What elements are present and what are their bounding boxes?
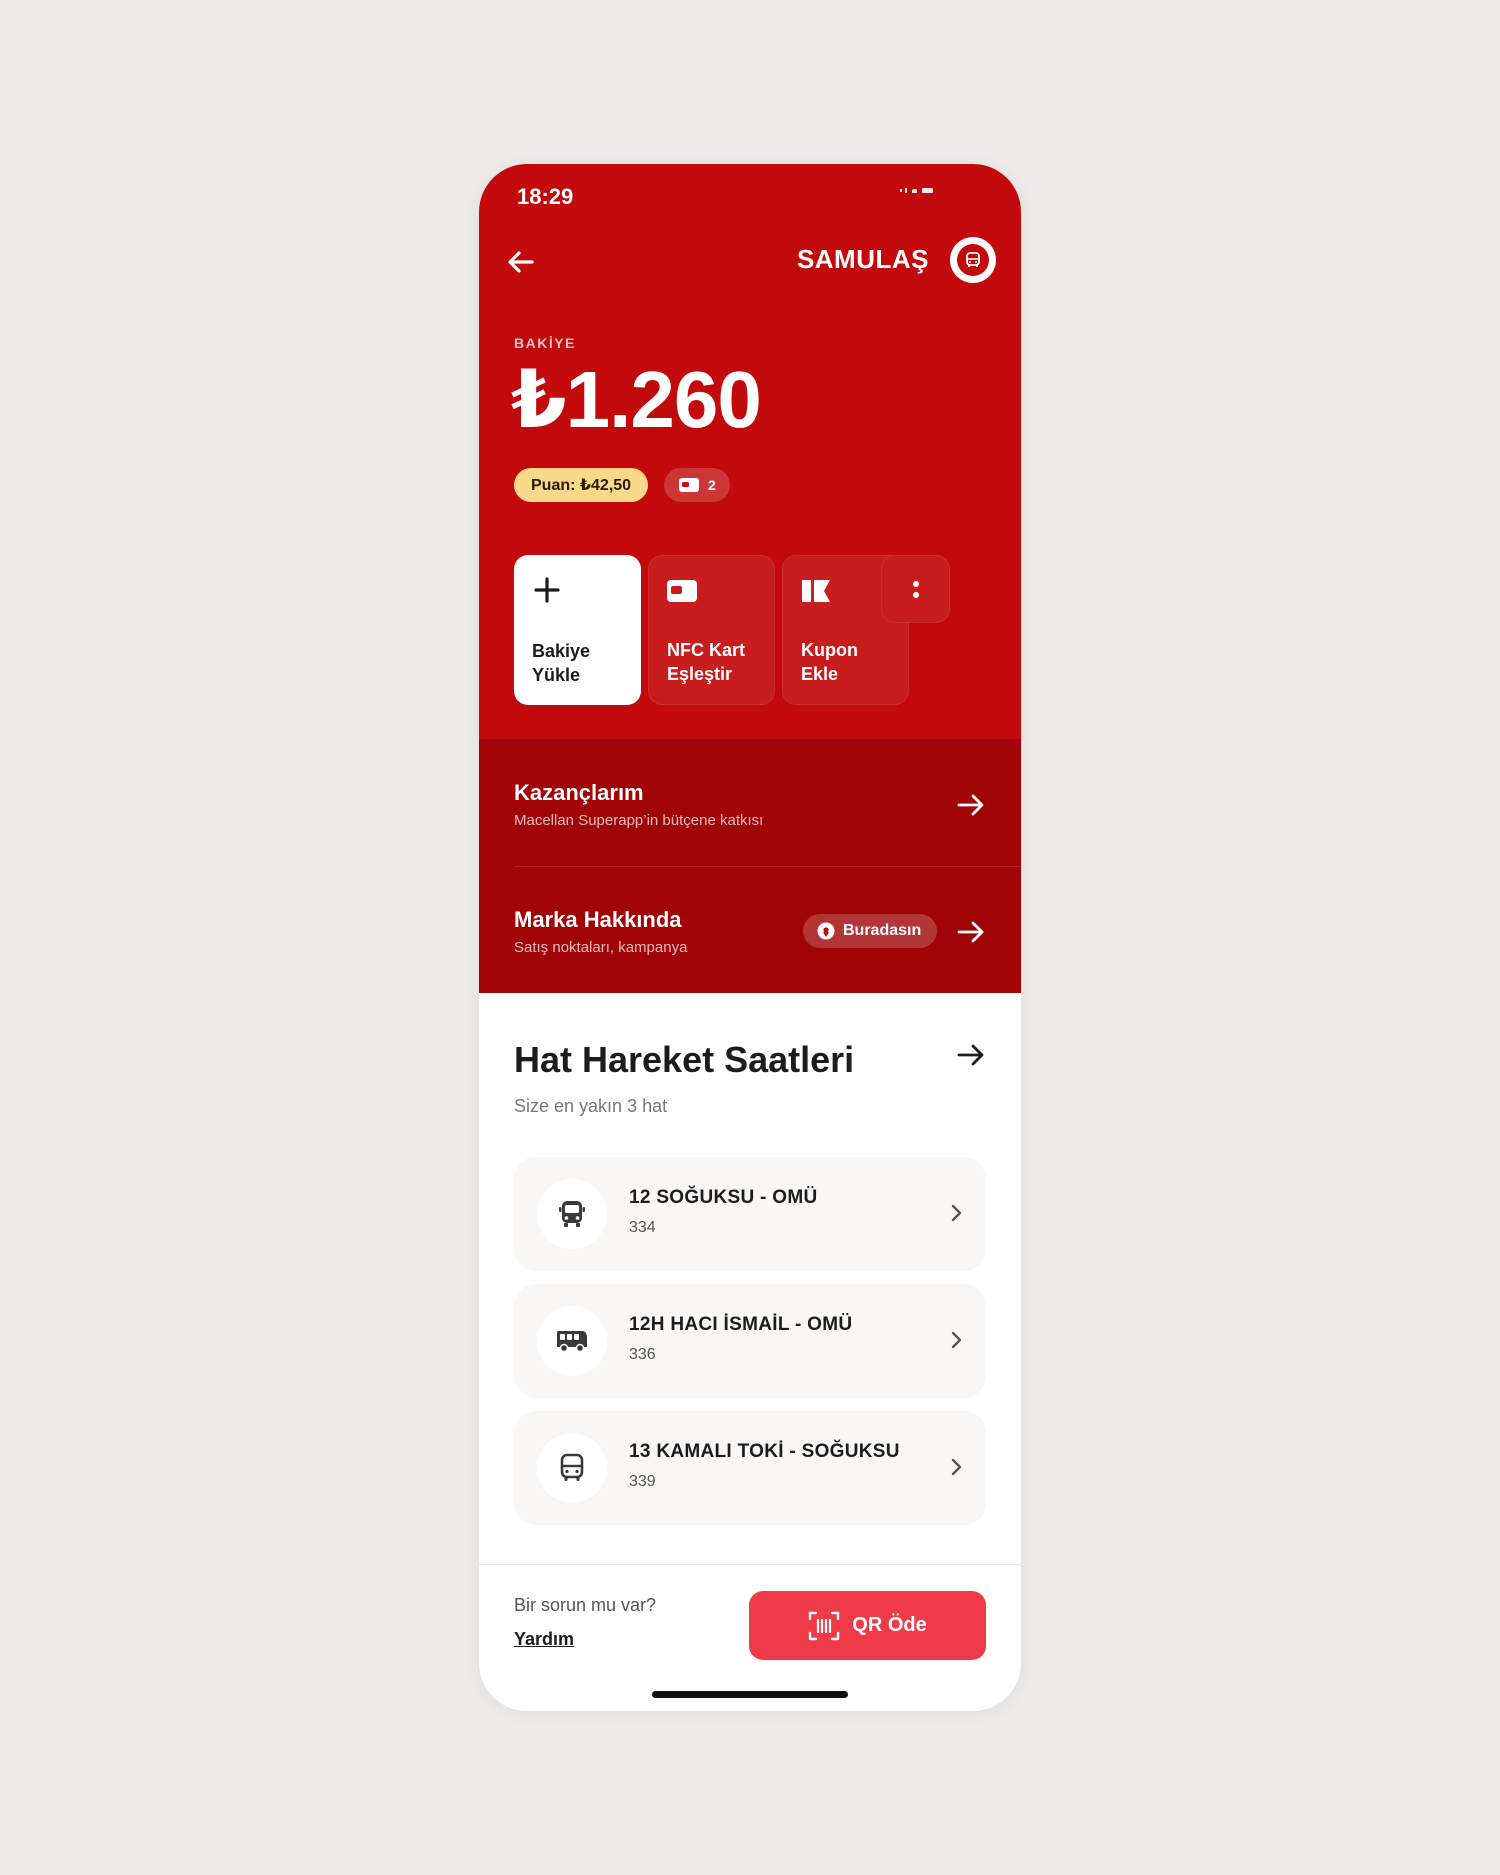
brand-logo	[950, 237, 996, 283]
help-link[interactable]: Yardım	[514, 1629, 574, 1650]
location-badge[interactable]: Buradasın	[803, 914, 938, 948]
qr-scan-icon	[809, 1611, 840, 1640]
more-dot-icon	[912, 580, 919, 587]
card-count: 2	[708, 477, 716, 493]
row-divider	[514, 866, 1021, 867]
action-label: Bakiye Yükle	[532, 641, 591, 685]
nfc-card-pair-button[interactable]: NFC Kart Eşleştir	[648, 555, 775, 705]
arrow-right-icon	[957, 921, 984, 943]
location-badge-label: Buradasın	[843, 922, 922, 939]
bus-line-item[interactable]: 12H HACI İSMAİL - OMÜ 336	[514, 1284, 986, 1398]
back-button[interactable]	[501, 242, 541, 282]
schedule-subtitle: Size en yakın 3 hat	[514, 1096, 668, 1116]
action-label: NFC Kart Eşleştir	[667, 640, 746, 684]
line-code: 334	[629, 1219, 656, 1236]
row-subtitle: Macellan Superapp’in bütçene katkısı	[514, 812, 764, 829]
footer-divider	[479, 1564, 1021, 1565]
status-icons	[900, 188, 933, 193]
card-icon	[679, 478, 699, 492]
chevron-right-icon	[951, 1458, 962, 1476]
signal-icon	[900, 189, 902, 192]
line-name: 12 SOĞUKSU - OMÜ	[629, 1187, 818, 1208]
coupon-icon	[802, 580, 830, 602]
qr-pay-label: QR Öde	[852, 1614, 927, 1636]
balance-label: BAKİYE	[514, 335, 576, 351]
battery-icon	[922, 188, 933, 193]
action-label: Kupon Ekle	[801, 640, 858, 684]
bus-logo-icon	[966, 252, 980, 267]
card-count-badge[interactable]: 2	[664, 468, 730, 502]
signal-icon	[905, 188, 907, 193]
plus-icon	[534, 577, 560, 603]
chevron-right-icon	[951, 1331, 962, 1349]
wifi-icon	[912, 188, 917, 193]
balance-amount: ₺1.260	[511, 355, 762, 444]
bus-line-item[interactable]: 12 SOĞUKSU - OMÜ 334	[514, 1157, 986, 1271]
line-code: 339	[629, 1473, 656, 1490]
earnings-row[interactable]: Kazançlarım Macellan Superapp’in bütçene…	[514, 780, 986, 829]
brand-name: SAMULAŞ	[796, 244, 929, 274]
bus-front-icon	[537, 1179, 607, 1249]
arrow-right-icon	[957, 794, 984, 816]
line-code: 336	[629, 1346, 656, 1363]
location-pin-icon	[817, 922, 835, 940]
arrow-left-icon	[508, 251, 534, 273]
line-name: 12H HACI İSMAİL - OMÜ	[629, 1314, 853, 1335]
points-badge[interactable]: Puan: ₺42,50	[514, 468, 649, 502]
arrow-right-icon[interactable]	[956, 1040, 986, 1070]
bus-line-item[interactable]: 13 KAMALI TOKİ - SOĞUKSU 339	[514, 1411, 986, 1525]
phone-screen: 18:29 SAMULAŞ BAKİYE ₺1.260 Puan: ₺42,50	[479, 164, 1021, 1711]
qr-pay-button[interactable]: QR Öde	[749, 1591, 986, 1660]
help-question: Bir sorun mu var?	[514, 1595, 657, 1615]
nfc-card-icon	[667, 580, 697, 602]
chevron-right-icon	[951, 1204, 962, 1222]
bus-side-icon	[537, 1306, 607, 1376]
bus-icon	[537, 1433, 607, 1503]
more-dot-icon	[912, 591, 919, 598]
load-balance-button[interactable]: Bakiye Yükle	[514, 555, 641, 705]
status-time: 18:29	[517, 184, 574, 209]
line-name: 13 KAMALI TOKİ - SOĞUKSU	[629, 1441, 900, 1462]
schedule-title: Hat Hareket Saatleri	[514, 1039, 855, 1080]
home-indicator	[652, 1691, 848, 1698]
more-actions-button[interactable]	[881, 555, 950, 623]
row-title: Kazançlarım	[514, 780, 644, 805]
